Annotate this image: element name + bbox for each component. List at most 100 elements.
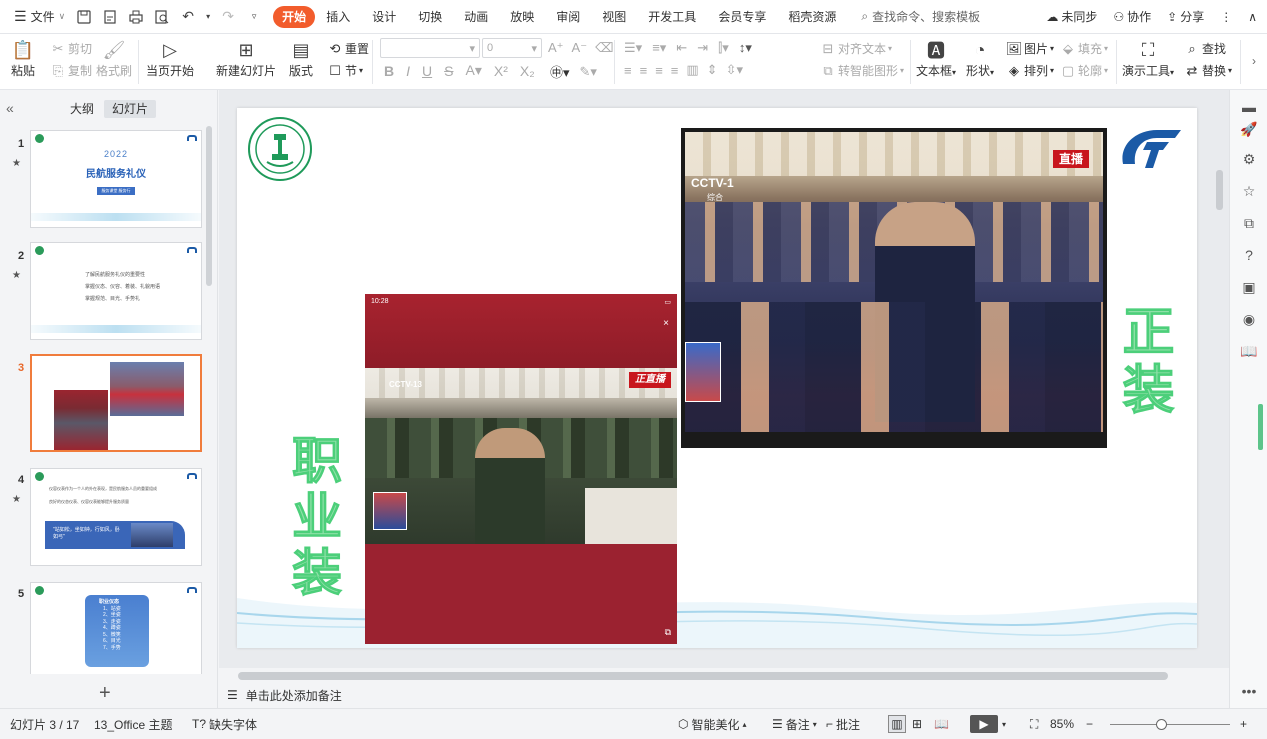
phonetic-guide-icon[interactable]: ㊥▾ [550, 62, 570, 81]
align-center-icon[interactable]: ≡ [640, 63, 648, 78]
picture-button[interactable]: 🖼 图片 ▾ [1006, 40, 1054, 57]
more-menu-icon[interactable]: ⋮ [1220, 10, 1232, 24]
justify-icon[interactable]: ≡ [671, 63, 679, 78]
more-icon[interactable]: ••• [1240, 682, 1258, 700]
slide-caption-left[interactable]: 职业装 [283, 434, 343, 603]
notes-pane[interactable]: ☰ 单击此处添加备注 [219, 682, 1229, 708]
distribute-icon[interactable]: ▥ [686, 62, 698, 78]
reading-view-icon[interactable]: 📖 [934, 717, 949, 731]
file-menu-button[interactable]: ☰ 文件 ∨ [10, 6, 69, 28]
layout-button[interactable]: ▤ 版式 [288, 38, 314, 79]
sliders-icon[interactable]: ⚙ [1240, 150, 1258, 168]
command-search[interactable]: ⌕ 查找命令、搜索模板 [861, 8, 980, 25]
smart-beautify-button[interactable]: ⬡ 智能美化 ▴ [678, 716, 747, 733]
tab-review[interactable]: 审阅 [545, 6, 591, 28]
slide-thumbnail-4[interactable]: 仪容仪表作为一个人的外在表现，是民航服务人员的重要组成 良好的仪态仪表、仪容仪表… [30, 468, 202, 566]
tab-transitions[interactable]: 切换 [407, 6, 453, 28]
strikethrough-icon[interactable]: S [444, 63, 453, 79]
slide-caption-right[interactable]: 正装 [1113, 304, 1174, 421]
slide-thumbnail-2[interactable]: 了解民航服务礼仪的重要性 掌握仪态、仪容、着装、礼貌用语 掌握规范、目光、手势礼 [30, 242, 202, 340]
textbox-button[interactable]: 🅰 文本框▾ [916, 38, 956, 79]
tab-insert[interactable]: 插入 [315, 6, 361, 28]
normal-view-icon[interactable]: ▥ [888, 715, 906, 733]
increase-indent-icon[interactable]: ⇥ [697, 40, 708, 56]
print-preview-icon[interactable] [151, 6, 173, 28]
align-text-button[interactable]: ⊟ 对齐文本 ▾ [820, 40, 892, 57]
star-icon[interactable]: ☆ [1240, 182, 1258, 200]
scrollbar-thumb[interactable] [238, 672, 1168, 680]
increase-font-icon[interactable]: A⁺ [548, 40, 564, 56]
font-size-select[interactable]: 0 ▾ [482, 38, 542, 58]
fill-button[interactable]: ⬙ 填充 ▾ [1060, 40, 1108, 57]
print-icon[interactable] [125, 6, 147, 28]
font-family-select[interactable]: ▾ [380, 38, 480, 58]
decrease-indent-icon[interactable]: ⇤ [676, 40, 687, 56]
photo-tv-broadcast[interactable]: CCTV-1 综合 直播 [681, 128, 1107, 448]
bullet-list-icon[interactable]: ☰▾ [624, 40, 642, 56]
text-direction-icon[interactable]: ⫿▾ [718, 40, 729, 56]
scrollbar-thumb[interactable] [1216, 170, 1223, 210]
align-right-icon[interactable]: ≡ [655, 63, 663, 78]
bold-icon[interactable]: B [384, 63, 394, 79]
outline-button[interactable]: ▢ 轮廓 ▾ [1060, 62, 1108, 79]
zoom-out-icon[interactable]: − [1086, 717, 1093, 731]
cut-button[interactable]: ✂ 剪切 [50, 40, 92, 57]
sync-status-button[interactable]: ☁ 未同步 [1046, 8, 1097, 25]
copy-button[interactable]: ⎘ 复制 [50, 62, 92, 79]
paste-button[interactable]: 📋 粘贴 [10, 38, 36, 79]
superscript-icon[interactable]: X² [494, 63, 508, 79]
tab-outline[interactable]: 大纲 [62, 100, 102, 118]
shape-button[interactable]: ◔ 形状▾ [966, 38, 994, 79]
tab-slides[interactable]: 幻灯片 [104, 100, 157, 118]
underline-icon[interactable]: U [422, 63, 432, 79]
missing-font-button[interactable]: T? 缺失字体 [192, 716, 257, 733]
tab-animations[interactable]: 动画 [453, 6, 499, 28]
collaborate-button[interactable]: ⚇ 协作 [1113, 8, 1151, 25]
slide-sorter-icon[interactable]: ⊞ [912, 717, 922, 731]
line-spacing-icon[interactable]: ↕▾ [739, 40, 752, 56]
tab-member[interactable]: 会员专享 [707, 6, 777, 28]
share-button[interactable]: ⇪ 分享 [1167, 8, 1204, 25]
zoom-in-icon[interactable]: + [1240, 717, 1247, 731]
comments-button[interactable]: ⌐ 批注 [826, 716, 860, 733]
smart-shape-button[interactable]: ⧉ 转智能图形 ▾ [820, 62, 904, 79]
start-from-current-button[interactable]: ▷ 当页开始 [146, 38, 194, 79]
tab-docer-resources[interactable]: 稻壳资源 [777, 6, 847, 28]
book-icon[interactable]: 📖 [1240, 342, 1258, 360]
reset-button[interactable]: ⟲ 重置 [327, 40, 369, 57]
slide-thumbnail-3[interactable] [30, 354, 202, 452]
add-slide-button[interactable]: + [99, 682, 111, 705]
section-button[interactable]: ☐ 节 ▾ [327, 62, 363, 79]
tab-developer[interactable]: 开发工具 [637, 6, 707, 28]
fit-window-icon[interactable]: ⛶ [1030, 717, 1038, 732]
clear-format-icon[interactable]: ⌫ [595, 40, 613, 56]
panel-scrollbar[interactable] [206, 126, 212, 286]
slide-thumbnail-1[interactable]: 2022 民航服务礼仪 服务课堂 服务行 [30, 130, 202, 228]
tab-design[interactable]: 设计 [361, 6, 407, 28]
export-pdf-icon[interactable] [99, 6, 121, 28]
numbered-list-icon[interactable]: ≡▾ [652, 40, 666, 56]
decrease-font-icon[interactable]: A⁻ [572, 40, 588, 56]
subscript-icon[interactable]: X₂ [520, 63, 535, 79]
replace-button[interactable]: ⇄ 替换 ▾ [1184, 62, 1232, 79]
sidebar-menu-icon[interactable]: ▬ [1240, 98, 1258, 116]
zoom-slider[interactable] [1110, 719, 1230, 730]
play-slideshow-button[interactable]: ▶ [970, 715, 998, 733]
highlight-icon[interactable]: ✎▾ [580, 64, 597, 80]
photo-military-delegates[interactable]: 10:28 ▭ × 正直播 CCTV-13 ⧉ [365, 294, 677, 644]
font-color-icon[interactable]: A▾ [465, 62, 481, 79]
tab-view[interactable]: 视图 [591, 6, 637, 28]
slideshow-dropdown-icon[interactable]: ▾ [1002, 720, 1006, 729]
arrange-button[interactable]: ◈ 排列 ▾ [1006, 62, 1054, 79]
find-button[interactable]: ⌕ 查找 [1184, 40, 1226, 57]
italic-icon[interactable]: I [406, 63, 410, 79]
customize-quickbar-icon[interactable]: ▿ [243, 6, 265, 28]
presentation-tools-button[interactable]: ⛶ 演示工具▾ [1122, 38, 1174, 79]
help-icon[interactable]: ? [1240, 246, 1258, 264]
new-slide-button[interactable]: ⊞ 新建幻灯片 [216, 38, 276, 79]
undo-icon[interactable]: ↶ [177, 6, 199, 28]
notes-toggle-button[interactable]: ☰ 备注 ▾ [772, 716, 817, 733]
tab-home[interactable]: 开始 [273, 5, 316, 28]
location-icon[interactable]: ◉ [1240, 310, 1258, 328]
save-icon[interactable] [73, 6, 95, 28]
